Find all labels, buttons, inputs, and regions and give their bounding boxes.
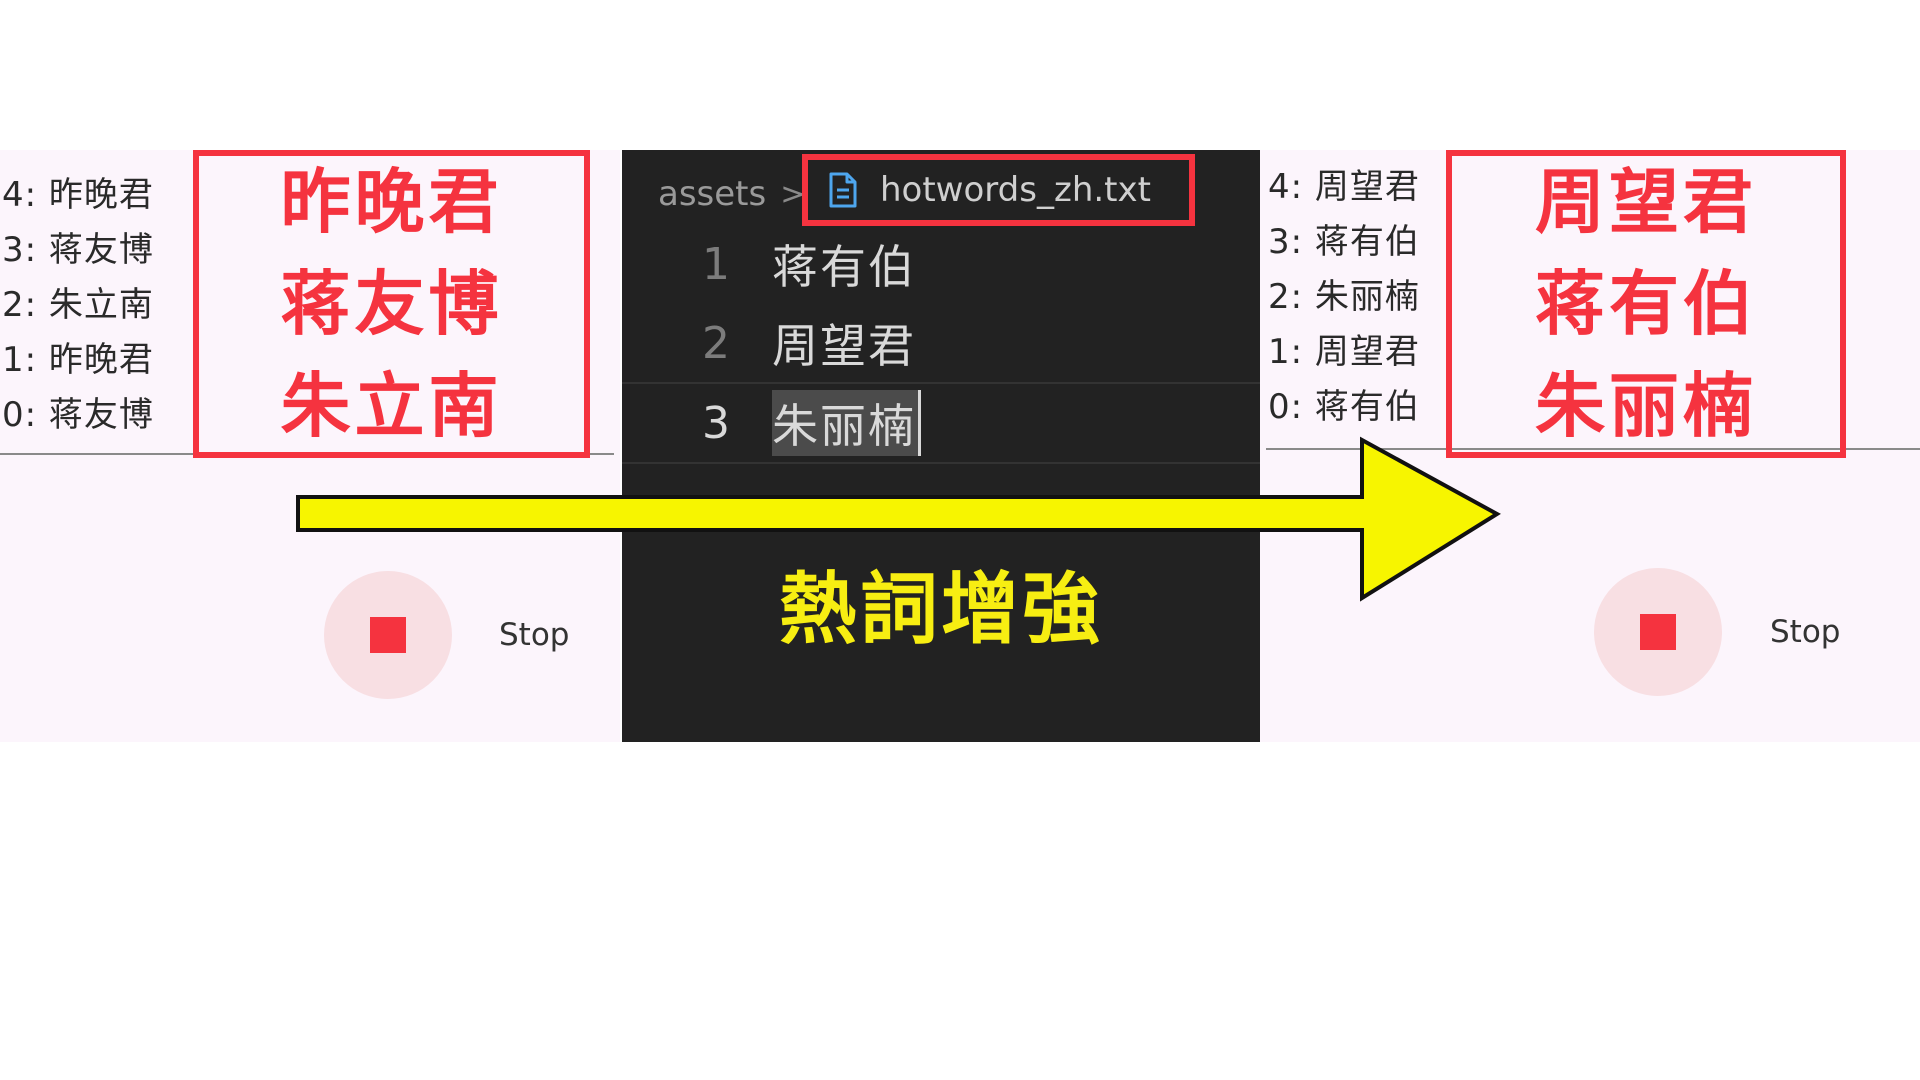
right-app-screen: 4: 周望君 3: 蒋有伯 2: 朱丽楠 1: 周望君 0: 蒋有伯 周望君 蒋…	[1260, 150, 1920, 742]
stop-label[interactable]: Stop	[1770, 614, 1840, 650]
stop-button[interactable]	[1594, 568, 1722, 696]
line-text[interactable]: 蒋有伯	[772, 231, 916, 297]
result-item: 3: 蒋有伯	[1268, 222, 1420, 262]
recognition-results-list: 4: 周望君 3: 蒋有伯 2: 朱丽楠 1: 周望君 0: 蒋有伯	[1268, 160, 1420, 435]
result-item: 0: 蒋友博	[2, 395, 154, 435]
code-editor: assets > hotwords_zh.txt 1 蒋有伯 2 周望君 3 朱…	[622, 150, 1260, 742]
stop-square-icon	[370, 617, 406, 653]
line-number: 2	[702, 317, 730, 369]
stop-button[interactable]	[324, 571, 452, 699]
line-number: 3	[702, 397, 730, 449]
file-tab[interactable]: hotwords_zh.txt	[802, 154, 1195, 226]
highlight-word: 蒋有伯	[1535, 263, 1757, 345]
composite-figure: 4: 昨晚君 3: 蒋友博 2: 朱立南 1: 昨晚君 0: 蒋友博 昨晚君 蒋…	[0, 0, 1920, 1080]
stop-square-icon	[1640, 614, 1676, 650]
caption: 熱詞增強	[778, 565, 1103, 655]
result-item: 3: 蒋友博	[2, 230, 154, 270]
line-text[interactable]: 周望君	[772, 310, 916, 376]
result-item: 4: 周望君	[1268, 167, 1420, 207]
highlight-word: 蒋友博	[280, 263, 503, 345]
stop-label[interactable]: Stop	[499, 617, 569, 653]
code-line[interactable]: 2 周望君	[622, 304, 1260, 382]
highlight-word: 朱丽楠	[1535, 365, 1757, 447]
recognition-results-list: 4: 昨晚君 3: 蒋友博 2: 朱立南 1: 昨晚君 0: 蒋友博	[2, 168, 154, 443]
result-item: 4: 昨晚君	[2, 175, 154, 215]
result-item: 2: 朱立南	[2, 285, 154, 325]
result-item: 2: 朱丽楠	[1268, 277, 1420, 317]
breadcrumb-folder[interactable]: assets	[658, 174, 766, 214]
line-text-selected[interactable]: 朱丽楠	[772, 390, 921, 456]
result-item: 0: 蒋有伯	[1268, 387, 1420, 427]
result-item: 1: 周望君	[1268, 332, 1420, 372]
highlight-word: 昨晚君	[280, 161, 503, 243]
code-line[interactable]: 1 蒋有伯	[622, 225, 1260, 303]
before-highlight-box: 昨晚君 蒋友博 朱立南	[193, 150, 590, 458]
code-line-active[interactable]: 3 朱丽楠	[622, 382, 1260, 464]
after-highlight-box: 周望君 蒋有伯 朱丽楠	[1446, 150, 1846, 458]
result-item: 1: 昨晚君	[2, 340, 154, 380]
line-number: 1	[702, 238, 730, 290]
highlight-word: 朱立南	[280, 365, 503, 447]
breadcrumb: assets >	[658, 170, 811, 218]
file-document-icon	[829, 172, 857, 208]
highlight-word: 周望君	[1535, 161, 1757, 243]
left-app-screen: 4: 昨晚君 3: 蒋友博 2: 朱立南 1: 昨晚君 0: 蒋友博 昨晚君 蒋…	[0, 150, 620, 742]
file-name: hotwords_zh.txt	[880, 170, 1151, 210]
